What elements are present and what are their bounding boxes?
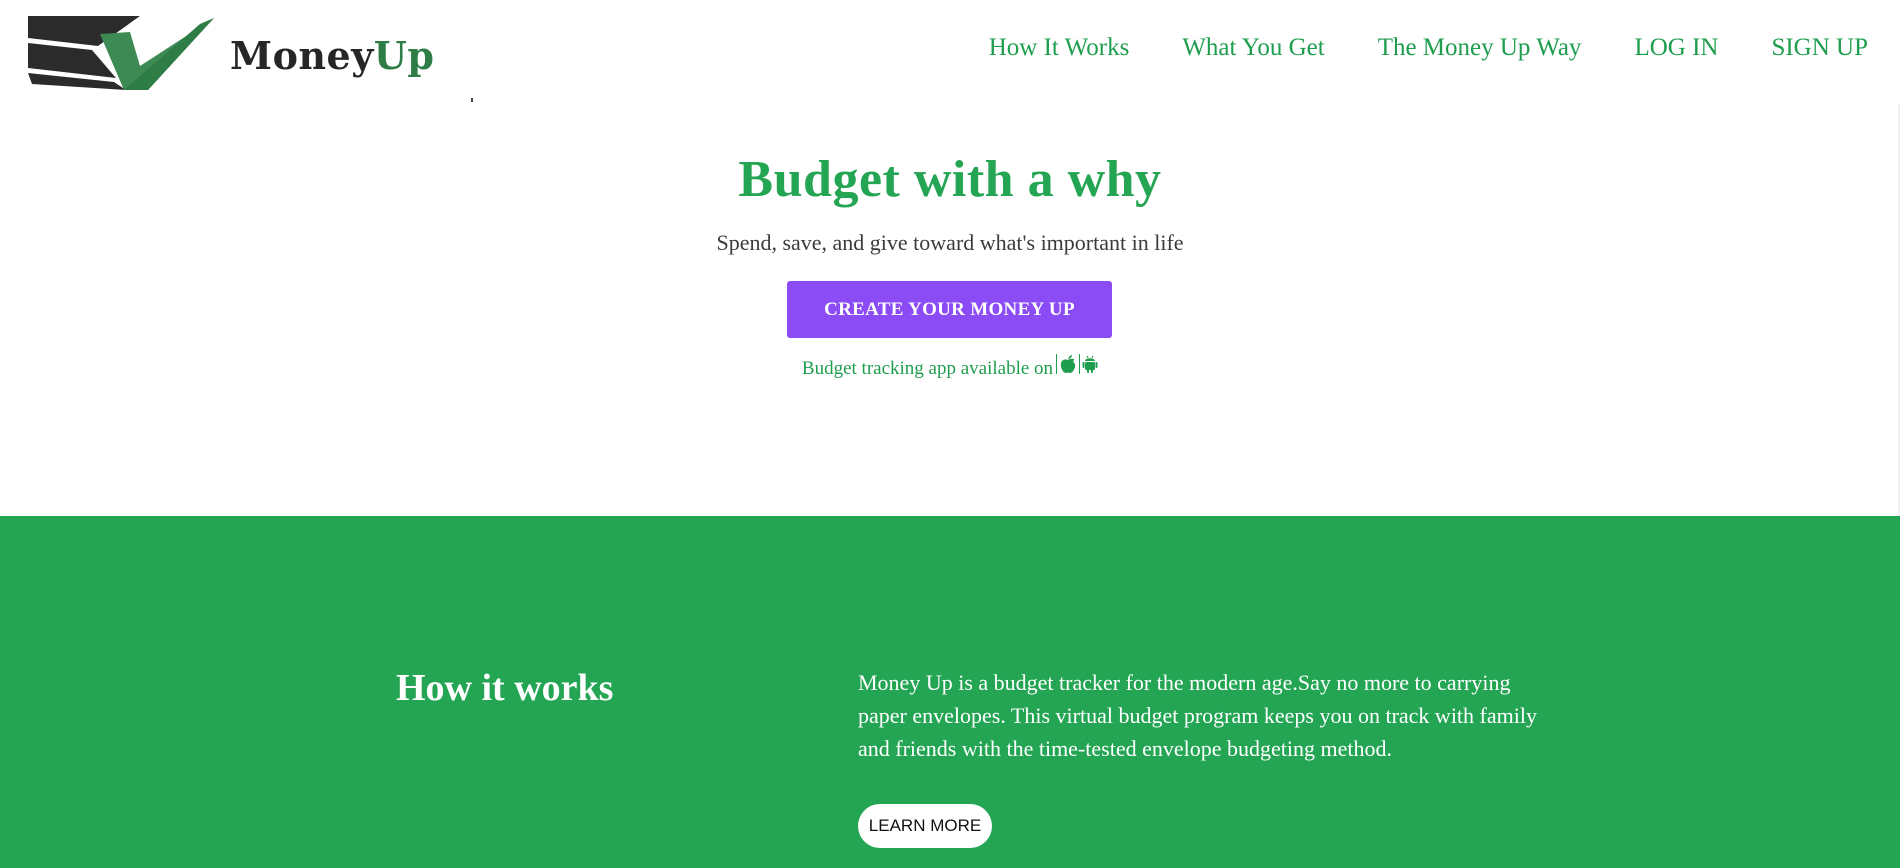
brand-name: MoneyUp — [230, 37, 435, 75]
hero-title: Budget with a why — [738, 151, 1162, 208]
availability-text: Budget tracking app available on — [801, 358, 1054, 379]
logo-link[interactable]: MoneyUp — [28, 16, 435, 92]
main-nav: How It Works What You Get The Money Up W… — [989, 34, 1868, 62]
nav-how-it-works[interactable]: How It Works — [989, 34, 1130, 62]
hero-subtitle: Spend, save, and give toward what's impo… — [716, 230, 1184, 255]
nav-what-you-get[interactable]: What You Get — [1182, 34, 1324, 62]
brand-name-part2: Up — [373, 33, 435, 78]
android-icon[interactable] — [1082, 354, 1098, 374]
create-money-up-button[interactable]: CREATE YOUR MONEY UP — [787, 281, 1112, 338]
store-divider-2 — [1079, 354, 1081, 374]
logo-icon — [28, 16, 214, 90]
nav-money-up-way[interactable]: The Money Up Way — [1378, 34, 1582, 62]
how-it-works-section: How it works Money Up is a budget tracke… — [0, 516, 1900, 868]
nav-log-in[interactable]: LOG IN — [1634, 34, 1718, 62]
learn-more-button[interactable]: LEARN MORE — [858, 804, 992, 848]
hero-section: Budget with a why Spend, save, and give … — [0, 104, 1900, 620]
nav-sign-up[interactable]: SIGN UP — [1771, 34, 1868, 62]
apple-icon[interactable] — [1059, 354, 1077, 374]
brand-name-part1: Money — [230, 33, 374, 78]
site-header: MoneyUp How It Works What You Get The Mo… — [0, 0, 1900, 104]
logo-divider — [471, 98, 473, 102]
how-it-works-title: How it works — [396, 667, 614, 709]
how-it-works-body: Money Up is a budget tracker for the mod… — [858, 670, 1537, 761]
store-divider — [1056, 354, 1058, 374]
store-icons — [1054, 354, 1098, 374]
app-availability: Budget tracking app available on — [0, 354, 1900, 380]
